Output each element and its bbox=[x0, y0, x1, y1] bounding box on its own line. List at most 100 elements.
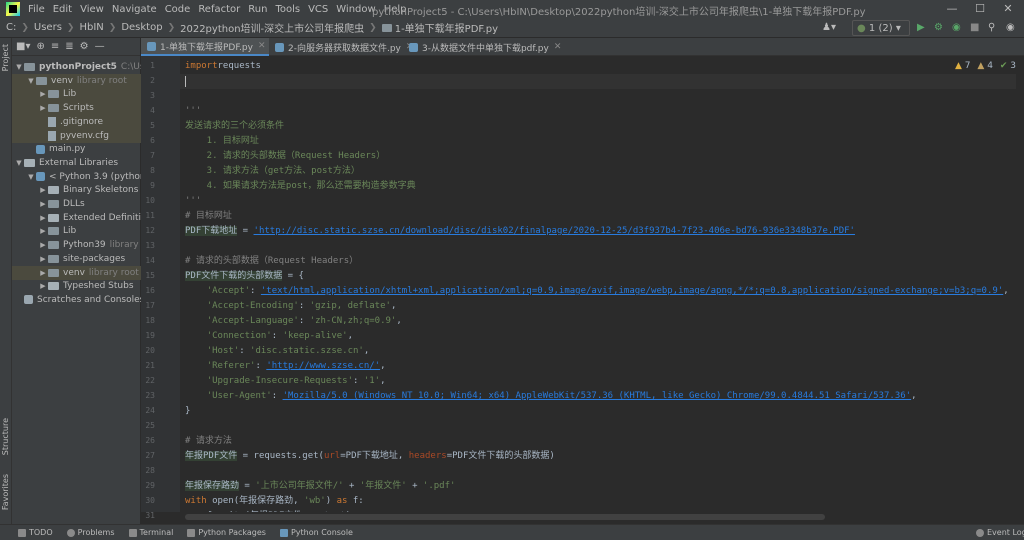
tree-item[interactable]: ▶ Typeshed Stubs bbox=[12, 279, 141, 293]
tree-item[interactable]: ▼ pythonProject5C:\Users\HbIN bbox=[12, 60, 141, 74]
maximize-icon[interactable]: ☐ bbox=[966, 1, 994, 17]
status-terminal[interactable]: Terminal bbox=[128, 528, 173, 537]
close-tab-icon[interactable]: ✕ bbox=[554, 42, 562, 52]
stop-icon[interactable]: ■ bbox=[970, 20, 979, 36]
tree-item[interactable]: ▶ site-packages bbox=[12, 252, 141, 266]
menu-view[interactable]: View bbox=[76, 4, 108, 15]
menu-file[interactable]: File bbox=[24, 4, 49, 15]
line-number: 29 bbox=[145, 481, 155, 490]
code-line: # 目标网址 bbox=[185, 211, 232, 221]
menu-navigate[interactable]: Navigate bbox=[108, 4, 161, 15]
favorites-tool-tab[interactable]: Favorites bbox=[1, 474, 10, 510]
expand-arrow-icon[interactable]: ▶ bbox=[38, 241, 48, 249]
breadcrumb-user[interactable]: HbIN bbox=[79, 22, 103, 33]
expand-all-icon[interactable]: ≣ bbox=[65, 41, 73, 52]
menu-refactor[interactable]: Refactor bbox=[194, 4, 244, 15]
run-icon[interactable]: ▶ bbox=[917, 20, 925, 36]
debug-icon[interactable]: ⚙ bbox=[934, 20, 943, 36]
menu-edit[interactable]: Edit bbox=[49, 4, 76, 15]
tree-item-label: Scratches and Consoles bbox=[37, 294, 141, 305]
line-number: 4 bbox=[150, 106, 155, 115]
tree-item-label: Lib bbox=[63, 226, 77, 237]
updates-icon[interactable]: ◉ bbox=[1006, 20, 1015, 36]
breadcrumb-desktop[interactable]: Desktop bbox=[121, 22, 162, 33]
tree-item[interactable]: ▶ Scripts bbox=[12, 101, 141, 116]
expand-arrow-icon[interactable]: ▶ bbox=[38, 227, 48, 235]
structure-tool-tab[interactable]: Structure bbox=[1, 418, 10, 455]
line-number: 28 bbox=[145, 466, 155, 475]
tree-item[interactable]: ▶ venv library root bbox=[12, 265, 141, 280]
panel-layout-icon[interactable]: ■▾ bbox=[16, 41, 30, 52]
menu-tools[interactable]: Tools bbox=[271, 4, 304, 15]
text-caret bbox=[185, 76, 186, 87]
user-icon[interactable]: ♟▾ bbox=[822, 20, 836, 36]
run-config-select[interactable]: ● 1 (2) ▾ bbox=[852, 20, 910, 36]
status-python-console[interactable]: Python Console bbox=[279, 528, 353, 537]
hide-icon[interactable]: — bbox=[95, 41, 105, 52]
menu-code[interactable]: Code bbox=[161, 4, 195, 15]
tree-item-label: Extended Definitio bbox=[63, 212, 141, 223]
tree-item[interactable]: pyvenv.cfg bbox=[12, 128, 141, 143]
tree-item[interactable]: ▶ Extended Definitio bbox=[12, 211, 141, 225]
search-icon[interactable]: ⚲ bbox=[988, 20, 995, 36]
line-number: 20 bbox=[145, 346, 155, 355]
project-tool-tab[interactable]: Project bbox=[1, 44, 10, 71]
editor-tab[interactable]: 2-向服务器获取数据文件.py✕ bbox=[269, 38, 413, 56]
locate-icon[interactable]: ⊕ bbox=[36, 41, 44, 52]
breadcrumb-drive[interactable]: C: bbox=[6, 22, 16, 33]
code-line: 3. 请求方法（get方法、post方法） bbox=[185, 166, 360, 176]
expand-arrow-icon[interactable]: ▼ bbox=[14, 63, 24, 71]
breadcrumb-users[interactable]: Users bbox=[34, 22, 62, 33]
minimize-icon[interactable]: — bbox=[938, 1, 966, 17]
expand-arrow-icon[interactable]: ▼ bbox=[26, 173, 36, 181]
expand-arrow-icon[interactable]: ▶ bbox=[38, 282, 48, 290]
weak-warning-icon: ▲ bbox=[977, 61, 985, 71]
close-tab-icon[interactable]: ✕ bbox=[258, 41, 266, 51]
breadcrumb-file[interactable]: 1-单独下载年报PDF.py bbox=[395, 20, 498, 35]
expand-arrow-icon[interactable]: ▶ bbox=[38, 255, 48, 263]
project-toolbar: ■▾ ⊕ ≡ ≣ ⚙ — bbox=[12, 38, 140, 56]
horizontal-scrollbar[interactable] bbox=[185, 514, 825, 520]
tree-item[interactable]: ▶ Lib bbox=[12, 87, 141, 102]
expand-arrow-icon[interactable]: ▶ bbox=[38, 269, 48, 277]
inspection-widget[interactable]: ▲ 7 ▲ 4 ✔ 3 ⌃ ⌄ bbox=[955, 61, 1024, 71]
tree-item[interactable]: ▼ venv library root bbox=[12, 73, 141, 88]
status-problems[interactable]: Problems bbox=[66, 528, 115, 537]
expand-arrow-icon[interactable]: ▶ bbox=[38, 104, 48, 112]
breadcrumb-project-folder[interactable]: 2022python培训-深交上市公司年报爬虫 bbox=[180, 20, 364, 35]
folder-icon bbox=[48, 227, 59, 236]
tree-item[interactable]: ▶ DLLs bbox=[12, 197, 141, 211]
close-icon[interactable]: ✕ bbox=[994, 1, 1022, 17]
tree-item[interactable]: ▶ Python39library r bbox=[12, 238, 141, 252]
expand-arrow-icon[interactable]: ▶ bbox=[38, 200, 48, 208]
menu-vcs[interactable]: VCS bbox=[304, 4, 332, 15]
tree-item[interactable]: ▶ Binary Skeletons bbox=[12, 183, 141, 197]
vertical-scrollbar[interactable] bbox=[1016, 56, 1024, 512]
expand-arrow-icon[interactable]: ▶ bbox=[38, 186, 48, 194]
expand-arrow-icon[interactable]: ▶ bbox=[38, 90, 48, 98]
editor-tab[interactable]: 1-单独下载年报PDF.py ✕ bbox=[141, 38, 269, 56]
tree-item[interactable]: main.py bbox=[12, 142, 141, 156]
expand-arrow-icon[interactable]: ▶ bbox=[38, 214, 48, 222]
expand-arrow-icon[interactable]: ▼ bbox=[14, 159, 24, 167]
code-line: # 请求的头部数据（Request Headers） bbox=[185, 256, 359, 266]
editor-tab[interactable]: 3-从数据文件中单独下载pdf.py ✕ bbox=[403, 38, 561, 56]
tree-item[interactable]: .gitignore bbox=[12, 114, 141, 129]
code-line: PDF文件下载的头部数据 = { bbox=[185, 271, 304, 281]
event-log-icon bbox=[976, 528, 984, 537]
tree-item[interactable]: ▼ External Libraries bbox=[12, 156, 141, 170]
tree-item[interactable]: Scratches and Consoles bbox=[12, 293, 141, 307]
gear-icon[interactable]: ⚙ bbox=[80, 41, 89, 52]
collapse-all-icon[interactable]: ≡ bbox=[51, 41, 59, 52]
code-editor[interactable]: importrequests ''' 发送请求的三个必须条件 1. 目标网址 2. … bbox=[180, 56, 1016, 512]
status-todo[interactable]: TODO bbox=[18, 528, 53, 537]
tree-item-label: site-packages bbox=[63, 253, 126, 264]
menu-run[interactable]: Run bbox=[244, 4, 271, 15]
event-log[interactable]: Event Log bbox=[976, 528, 1024, 537]
run-config-label: 1 (2) bbox=[868, 23, 893, 34]
tree-item[interactable]: ▼ < Python 3.9 (pythonP bbox=[12, 170, 141, 184]
expand-arrow-icon[interactable]: ▼ bbox=[26, 77, 36, 85]
status-python-packages[interactable]: Python Packages bbox=[187, 528, 266, 537]
tree-item[interactable]: ▶ Lib bbox=[12, 224, 141, 238]
coverage-icon[interactable]: ◉ bbox=[952, 20, 961, 36]
